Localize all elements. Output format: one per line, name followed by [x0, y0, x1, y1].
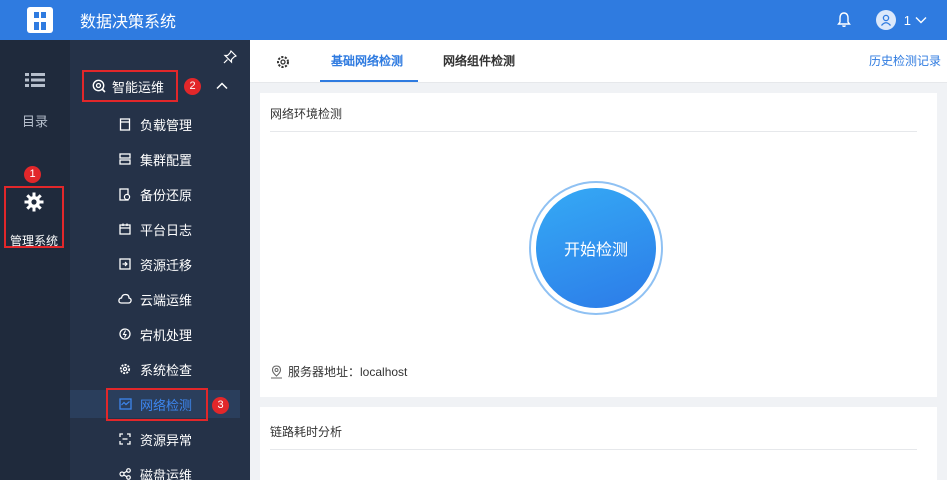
- group-label: 智能运维: [112, 79, 165, 95]
- sidebar-item-label: 集群配置: [140, 152, 193, 168]
- scan-icon: [118, 432, 132, 446]
- server-label: 服务器地址：: [288, 365, 361, 379]
- sidebar-item-load[interactable]: 负载管理: [70, 110, 250, 138]
- sidebar-item-label: 负载管理: [140, 117, 193, 133]
- link-analysis-card: 链路耗时分析: [260, 407, 937, 480]
- share-icon: [118, 467, 132, 480]
- calendar-icon: [118, 222, 132, 236]
- start-button-ring: 开始检测: [529, 181, 663, 315]
- tab-bar: 基础网络检测 网络组件检测 历史检测记录: [250, 40, 947, 83]
- user-icon: [880, 14, 891, 26]
- gear-icon: [118, 362, 132, 376]
- group-intelligent-ops[interactable]: 智能运维: [82, 70, 178, 102]
- sidebar-item-cluster[interactable]: 集群配置: [70, 145, 250, 173]
- sidebar-item-label: 系统检查: [140, 362, 193, 378]
- server-address-row: 服务器地址： localhost: [270, 363, 407, 380]
- server-value: localhost: [360, 364, 408, 379]
- active-tab-indicator: [320, 80, 418, 82]
- history-records-link[interactable]: 历史检测记录: [869, 40, 941, 83]
- backup-icon: [118, 187, 132, 201]
- divider: [270, 449, 917, 450]
- step-badge-3: 3: [212, 397, 229, 414]
- app-title: 数据决策系统: [80, 14, 177, 31]
- sidebar-item-resource-exception[interactable]: 资源异常: [70, 425, 250, 453]
- chevron-down-icon[interactable]: [915, 16, 927, 24]
- chevron-up-icon[interactable]: [216, 82, 228, 90]
- cluster-icon: [118, 152, 132, 166]
- sidebar: 智能运维 2 负载管理 集群配置 备份还原 平台日志 资源迁移 云端运维 宕机处…: [70, 40, 250, 480]
- sidebar-item-label: 平台日志: [140, 222, 193, 238]
- user-name[interactable]: 1: [904, 13, 911, 28]
- tab-basic-network-check[interactable]: 基础网络检测: [331, 40, 403, 83]
- top-bar: 数据决策系统 1: [0, 0, 947, 40]
- start-check-button[interactable]: 开始检测: [536, 188, 656, 308]
- gear-icon: [24, 192, 44, 212]
- sidebar-item-system-check[interactable]: 系统检查: [70, 355, 250, 383]
- sidebar-item-backup[interactable]: 备份还原: [70, 180, 250, 208]
- sidebar-item-label: 资源异常: [140, 432, 193, 448]
- step-badge-2: 2: [184, 78, 201, 95]
- sidebar-item-migration[interactable]: 资源迁移: [70, 250, 250, 278]
- left-nav: 目录 1 管理系统: [0, 40, 70, 480]
- pin-icon[interactable]: [223, 50, 237, 64]
- user-avatar[interactable]: [875, 10, 896, 30]
- link-analysis-title: 链路耗时分析: [270, 425, 343, 439]
- sidebar-item-label: 备份还原: [140, 187, 193, 203]
- top-right-controls: 1: [836, 0, 947, 40]
- sidebar-item-label: 云端运维: [140, 292, 193, 308]
- sidebar-item-disk-ops[interactable]: 磁盘运维: [70, 460, 250, 480]
- nav-management-system[interactable]: 管理系统: [4, 186, 64, 248]
- nav-directory-label: 目录: [21, 114, 48, 129]
- sidebar-item-label: 资源迁移: [140, 257, 193, 273]
- sidebar-item-label: 磁盘运维: [140, 467, 193, 480]
- sidebar-item-platform-log[interactable]: 平台日志: [70, 215, 250, 243]
- divider: [270, 131, 917, 132]
- cloud-icon: [118, 292, 132, 306]
- settings-gear-icon[interactable]: [276, 55, 290, 69]
- location-icon: [271, 364, 282, 378]
- step-badge-1: 1: [24, 166, 41, 183]
- sidebar-item-cloud-ops[interactable]: 云端运维: [70, 285, 250, 313]
- sidebar-item-label: 宕机处理: [140, 327, 193, 343]
- main-content: 基础网络检测 网络组件检测 历史检测记录 网络环境检测 开始检测 服务器地址： …: [250, 40, 947, 480]
- bell-icon[interactable]: [836, 12, 851, 28]
- load-icon: [118, 117, 132, 131]
- tab-network-component-check[interactable]: 网络组件检测: [443, 40, 515, 83]
- nav-management-label: 管理系统: [9, 234, 58, 248]
- app-logo[interactable]: [27, 7, 53, 33]
- network-env-title: 网络环境检测: [270, 107, 343, 121]
- highlight-box: [106, 388, 208, 421]
- sidebar-item-downtime[interactable]: 宕机处理: [70, 320, 250, 348]
- list-icon: [25, 73, 45, 87]
- nav-directory[interactable]: 目录: [0, 72, 70, 130]
- ops-icon: [92, 79, 106, 93]
- power-icon: [118, 327, 132, 341]
- network-env-card: 网络环境检测 开始检测 服务器地址： localhost: [260, 93, 937, 397]
- migrate-icon: [118, 257, 132, 271]
